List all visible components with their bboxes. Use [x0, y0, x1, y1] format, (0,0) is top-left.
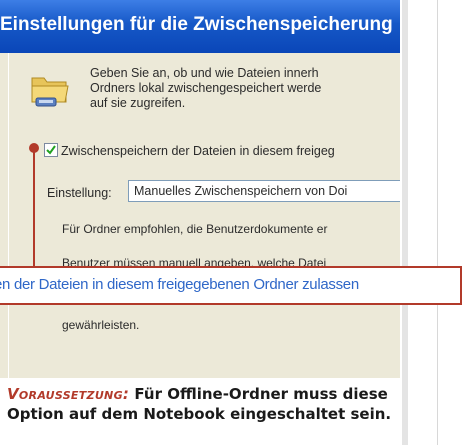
- dialog-title: Einstellungen für die Zwischenspeicherun…: [0, 14, 393, 35]
- checkmark-icon: [46, 145, 56, 155]
- setting-select[interactable]: Manuelles Zwischenspeichern von Doi: [128, 180, 400, 202]
- dialog-titlebar: Einstellungen für die Zwischenspeicherun…: [0, 0, 400, 53]
- setting-select-value: Manuelles Zwischenspeichern von Doi: [134, 184, 348, 198]
- magnified-callout-text: en der Dateien in diesem freigegebenen O…: [0, 276, 359, 293]
- dialog-screenshot: Einstellungen für die Zwischenspeicherun…: [0, 0, 400, 378]
- callout-marker-dot: [29, 143, 39, 153]
- cache-option-row[interactable]: Zwischenspeichern der Dateien in diesem …: [44, 143, 335, 158]
- magnified-callout: en der Dateien in diesem freigegebenen O…: [0, 266, 462, 305]
- setting-hint-3: gewährleisten.: [62, 318, 140, 332]
- cache-checkbox[interactable]: [44, 143, 58, 157]
- setting-label: Einstellung:: [47, 186, 112, 200]
- caption-keyword: Voraussetzung:: [7, 385, 130, 403]
- setting-hint-1: Für Ordner empfohlen, die Benutzerdokume…: [62, 222, 328, 236]
- cache-checkbox-label: Zwischenspeichern der Dateien in diesem …: [61, 144, 335, 158]
- caption-text: Voraussetzung: Für Offline-Ordner muss d…: [7, 384, 395, 424]
- figure-caption: Voraussetzung: Für Offline-Ordner muss d…: [0, 378, 400, 445]
- dialog-description: Geben Sie an, ob und wie Dateien innerh …: [90, 66, 322, 110]
- callout-connector-line: [33, 148, 35, 268]
- page-margin-bar: [402, 0, 408, 445]
- folder-icon: [30, 68, 70, 112]
- page-margin-line: [437, 0, 438, 445]
